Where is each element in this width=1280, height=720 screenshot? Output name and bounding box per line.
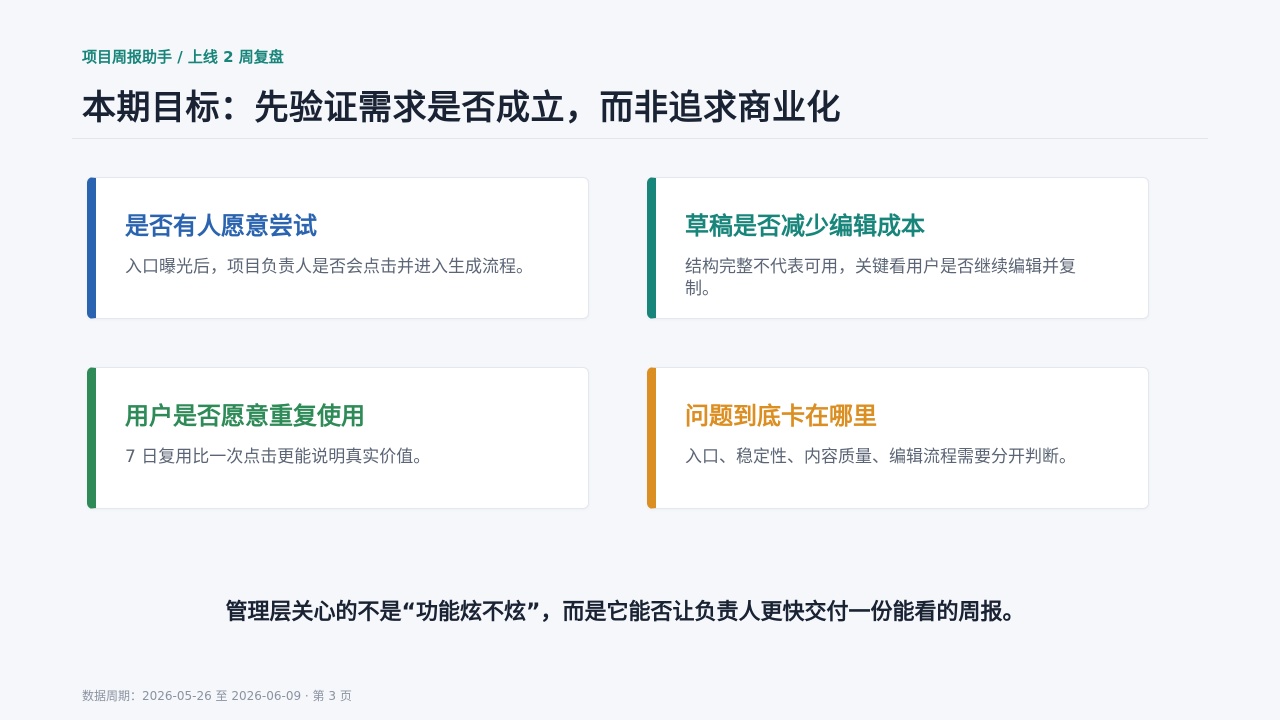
goal-card-title: 是否有人愿意尝试 xyxy=(125,212,317,240)
goal-card-edit-cost: 草稿是否减少编辑成本 结构完整不代表可用，关键看用户是否继续编辑并复制。 xyxy=(647,177,1149,319)
goal-card-bottleneck: 问题到底卡在哪里 入口、稳定性、内容质量、编辑流程需要分开判断。 xyxy=(647,367,1149,509)
footer-data-period: 数据周期：2026-05-26 至 2026-06-09 · 第 3 页 xyxy=(82,689,352,703)
goal-card-title: 用户是否愿意重复使用 xyxy=(125,402,365,430)
goal-card-body: 结构完整不代表可用，关键看用户是否继续编辑并复制。 xyxy=(685,257,1076,299)
goal-card-title: 问题到底卡在哪里 xyxy=(685,402,877,430)
goal-card-title: 草稿是否减少编辑成本 xyxy=(685,212,925,240)
goal-card-body: 入口曝光后，项目负责人是否会点击并进入生成流程。 xyxy=(125,257,533,277)
breadcrumb: 项目周报助手 / 上线 2 周复盘 xyxy=(82,48,284,66)
goal-card-try: 是否有人愿意尝试 入口曝光后，项目负责人是否会点击并进入生成流程。 xyxy=(87,177,589,319)
page-title: 本期目标：先验证需求是否成立，而非追求商业化 xyxy=(82,88,841,128)
goal-card-reuse: 用户是否愿意重复使用 7 日复用比一次点击更能说明真实价值。 xyxy=(87,367,589,509)
goal-card-body: 7 日复用比一次点击更能说明真实价值。 xyxy=(125,447,431,467)
summary-statement: 管理层关心的不是“功能炫不炫”，而是它能否让负责人更快交付一份能看的周报。 xyxy=(225,600,1025,625)
goal-card-body: 入口、稳定性、内容质量、编辑流程需要分开判断。 xyxy=(685,447,1076,467)
title-divider xyxy=(72,138,1208,139)
